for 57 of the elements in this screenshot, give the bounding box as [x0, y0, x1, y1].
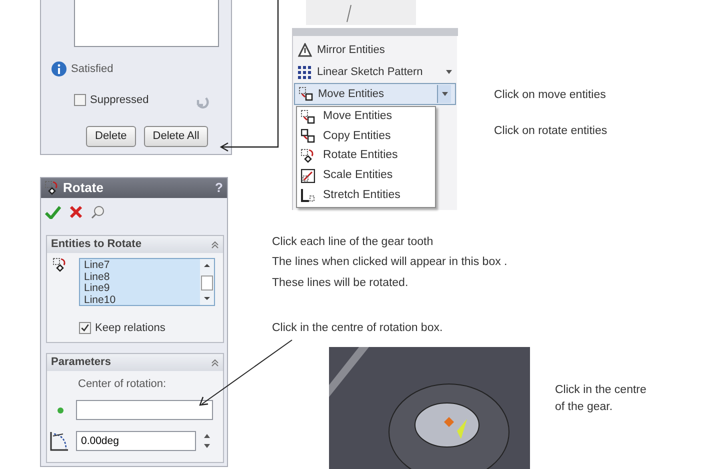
- rotate-squares-icon: [301, 148, 315, 163]
- instruction-text: Click on move entities: [494, 88, 607, 103]
- dot-grid-icon: [298, 65, 312, 79]
- menu-item[interactable]: Mirror Entities: [294, 39, 456, 61]
- scrollbar-drawing: [200, 259, 214, 305]
- stretch-corner-icon: [301, 188, 315, 202]
- instruction-text: Click each line of the gear tooth: [272, 235, 434, 250]
- collapse-chevron-icon: [211, 358, 219, 366]
- center-input-field[interactable]: [76, 400, 213, 420]
- caret-icon: [446, 70, 452, 74]
- move-squares-icon: [301, 110, 315, 124]
- entity-list-box[interactable]: Line7 Line8 Line9 Line10: [79, 258, 215, 306]
- move-squares-icon: [299, 87, 313, 101]
- rotate-squares-icon: [45, 181, 59, 195]
- checkbox[interactable]: [79, 322, 91, 334]
- delete-all-button[interactable]: Delete All: [144, 126, 208, 147]
- list-item[interactable]: Line7: [84, 260, 196, 272]
- list-item[interactable]: Line10: [84, 294, 196, 306]
- instruction-text: These lines will be rotated.: [272, 276, 410, 290]
- section-header[interactable]: Entities to Rotate: [47, 236, 223, 253]
- delete-button[interactable]: Delete: [86, 126, 136, 147]
- list-item[interactable]: Line8: [84, 272, 196, 283]
- instruction-text: Click in the centre of the gear.: [555, 383, 648, 416]
- section-title: Entities to Rotate: [51, 237, 142, 252]
- mirror-triangle-icon: [298, 43, 312, 57]
- menu-item[interactable]: Linear Sketch Pattern: [294, 61, 456, 83]
- submenu-item[interactable]: Copy Entities: [297, 126, 435, 146]
- submenu-item[interactable]: Stretch Entities: [297, 185, 435, 205]
- panel-title: Rotate: [63, 179, 104, 198]
- angle-input-field[interactable]: 0.00deg: [76, 431, 196, 451]
- checkbox[interactable]: [74, 94, 86, 106]
- instruction-text: The lines when clicked will appear in this box .: [272, 255, 508, 270]
- instruction-text: Click in the centre of rotation box.: [272, 321, 443, 336]
- dropdown-button[interactable]: [437, 85, 451, 103]
- list-item[interactable]: Line9: [84, 283, 196, 294]
- relations-list-box[interactable]: [74, 0, 219, 47]
- copy-squares-icon: [301, 129, 315, 144]
- point-dot-icon: [57, 407, 64, 414]
- keep-relations-label: Keep relations: [95, 321, 166, 336]
- scale-box-icon: [301, 168, 315, 183]
- cancel-x-icon[interactable]: [69, 205, 83, 219]
- status-label: Satisfied: [71, 62, 114, 77]
- angle-icon: [49, 430, 69, 452]
- submenu-item[interactable]: Move Entities: [297, 107, 435, 127]
- ok-check-icon[interactable]: [45, 205, 61, 219]
- field-label: Center of rotation:: [78, 377, 166, 392]
- instruction-text: Click on rotate entities: [494, 124, 608, 140]
- collapse-chevron-icon: [211, 240, 219, 248]
- section-title: Parameters: [51, 355, 112, 370]
- section-header[interactable]: Parameters: [47, 354, 223, 371]
- info-icon: [51, 61, 67, 78]
- suppressed-label: Suppressed: [90, 93, 149, 108]
- help-button[interactable]: ?: [215, 178, 223, 198]
- submenu-item[interactable]: Scale Entities: [297, 166, 435, 186]
- submenu-item[interactable]: Rotate Entities: [297, 146, 435, 166]
- caret-icon: [442, 92, 448, 96]
- menu-item[interactable]: Move Entities: [294, 83, 456, 105]
